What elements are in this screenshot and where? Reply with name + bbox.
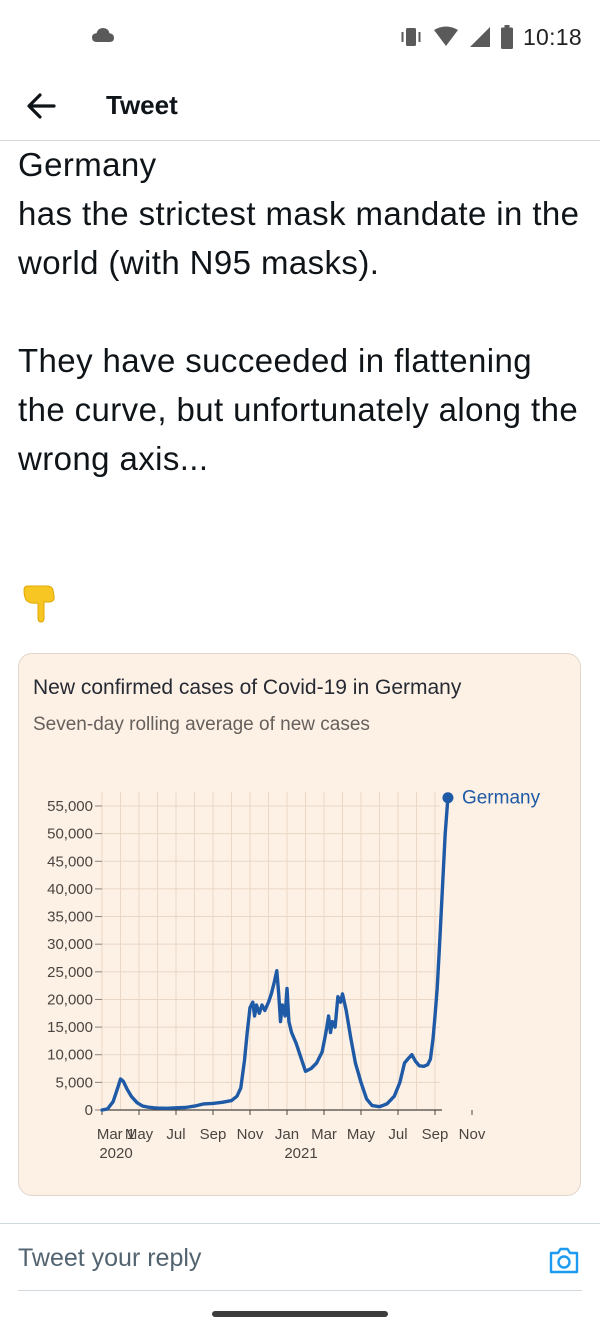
x-tick-label: Sep bbox=[422, 1126, 449, 1143]
x-tick-label: Sep bbox=[200, 1126, 227, 1143]
signal-icon bbox=[469, 27, 490, 47]
page-title: Tweet bbox=[106, 90, 178, 120]
x-year-label: 2021 bbox=[284, 1145, 317, 1162]
y-tick-label: 10,000 bbox=[47, 1047, 93, 1064]
series-line-germany bbox=[100, 796, 450, 1112]
status-time: 10:18 bbox=[522, 23, 582, 50]
reply-bar bbox=[0, 1223, 600, 1292]
y-tick-label: 15,000 bbox=[47, 1019, 93, 1036]
chart-card[interactable]: New confirmed cases of Covid-19 in Germa… bbox=[18, 653, 581, 1196]
y-tick-label: 30,000 bbox=[47, 936, 93, 953]
x-tick-label: Jul bbox=[388, 1126, 407, 1143]
y-tick-label: 50,000 bbox=[47, 826, 93, 843]
x-tick-label: Nov bbox=[237, 1126, 264, 1143]
y-tick-label: 5,000 bbox=[55, 1074, 93, 1091]
cases-line-chart: 0 5,000 10,000 15,000 20,000 25,000 30,000 35,0… bbox=[47, 788, 541, 1162]
vibrate-icon bbox=[401, 28, 421, 46]
x-tick-label: May bbox=[347, 1126, 376, 1143]
y-tick-label: 55,000 bbox=[47, 798, 93, 815]
reply-underline bbox=[18, 1290, 582, 1291]
reply-input[interactable] bbox=[18, 1238, 518, 1278]
tweet-text: Germany has the strictest mask mandate i… bbox=[18, 140, 588, 483]
y-tick-label: 25,000 bbox=[47, 964, 93, 981]
x-year-label: 2020 bbox=[99, 1145, 132, 1162]
tweet-text-part: Germany bbox=[18, 146, 157, 183]
tweet-paragraph-1: Germany bbox=[18, 140, 588, 189]
battery-icon bbox=[500, 25, 513, 49]
y-tick-label: 0 bbox=[85, 1102, 93, 1119]
series-endpoint-marker bbox=[442, 792, 454, 804]
status-icons: 10:18 bbox=[399, 22, 582, 52]
tweet-paragraph-2: They have succeeded in flattening the cu… bbox=[18, 342, 579, 477]
y-tick-label: 20,000 bbox=[47, 991, 93, 1008]
tweet-text-part: has the strictest mask mandate in the wo… bbox=[18, 195, 580, 281]
y-tick-label: 35,000 bbox=[47, 909, 93, 926]
x-tick-label: Jul bbox=[166, 1126, 185, 1143]
arrow-left-icon[interactable] bbox=[22, 88, 62, 124]
camera-icon[interactable] bbox=[548, 1244, 580, 1276]
gesture-nav-bar[interactable] bbox=[212, 1311, 388, 1317]
germany-flag-emoji bbox=[170, 147, 218, 180]
status-bar: 10:18 bbox=[0, 0, 600, 72]
y-tick-label: 40,000 bbox=[47, 881, 93, 898]
x-tick-label: Mar bbox=[311, 1126, 337, 1143]
cloud-icon bbox=[92, 28, 114, 42]
wifi-icon bbox=[433, 26, 458, 46]
y-tick-label: 45,000 bbox=[47, 853, 93, 870]
x-tick-label: Nov bbox=[459, 1126, 486, 1143]
x-tick-label: May bbox=[125, 1126, 154, 1143]
pointing-down-hand-emoji bbox=[23, 585, 55, 623]
legend-label-germany: Germany bbox=[462, 788, 541, 809]
x-tick-label: Jan bbox=[275, 1126, 299, 1143]
tweet-header: Tweet bbox=[0, 72, 600, 141]
